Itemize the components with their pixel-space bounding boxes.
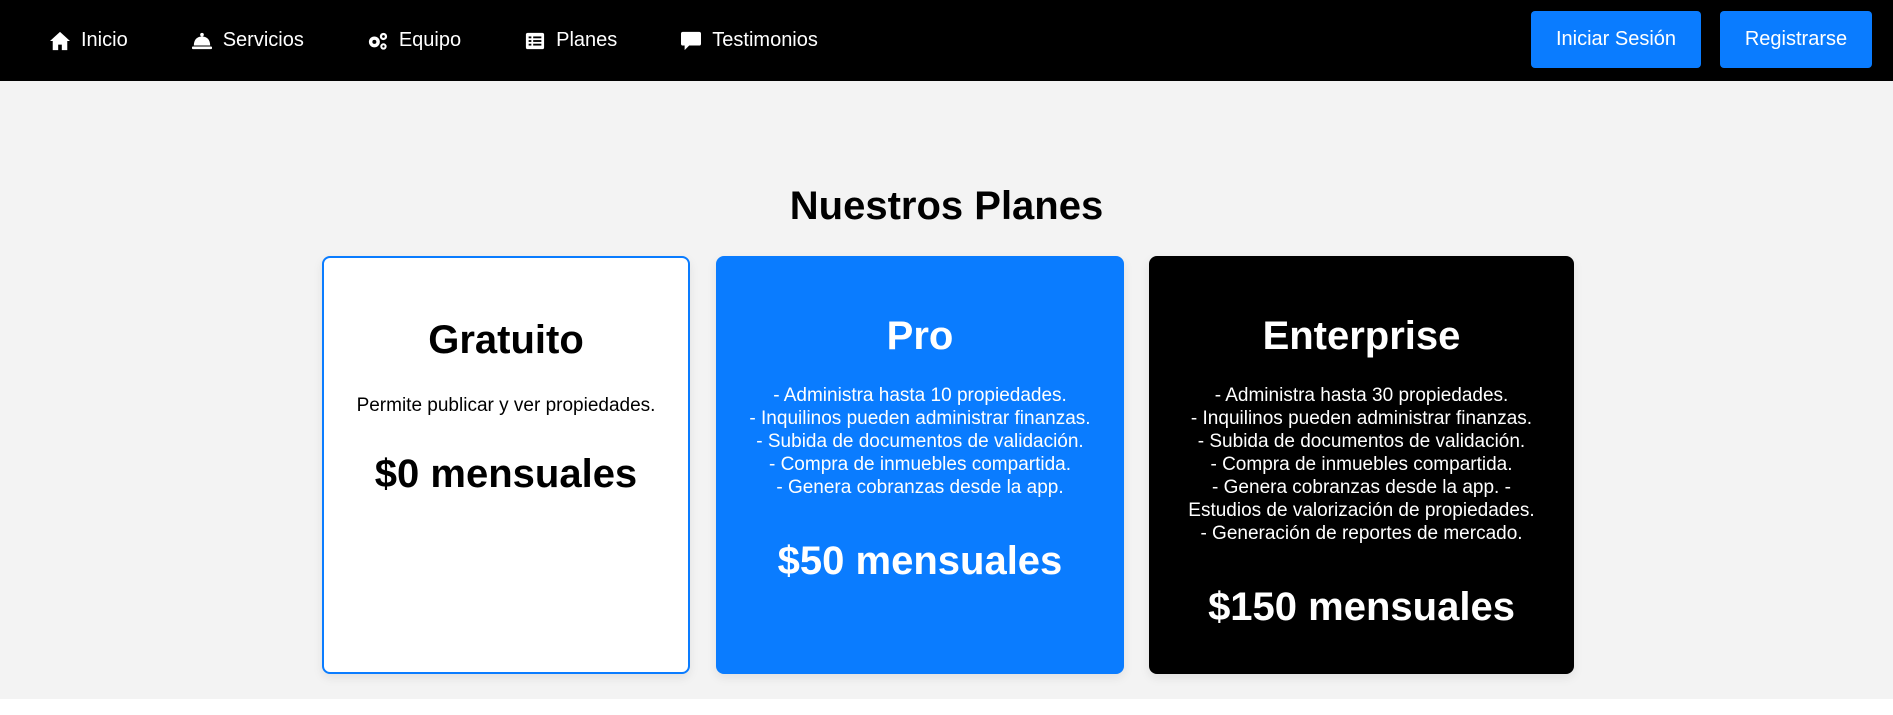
plan-name: Pro bbox=[886, 314, 954, 358]
gears-icon bbox=[366, 30, 390, 52]
navbar: Inicio Servicios Equipo Planes Testimoni… bbox=[0, 0, 1893, 81]
nav-item-servicios[interactable]: Servicios bbox=[190, 29, 304, 52]
comment-icon bbox=[679, 30, 703, 52]
nav-item-label: Testimonios bbox=[712, 29, 818, 51]
plan-card-enterprise[interactable]: Enterprise - Administra hasta 30 propied… bbox=[1149, 256, 1574, 674]
plan-features: - Administra hasta 30 propiedades. - Inq… bbox=[1188, 385, 1535, 544]
nav-item-label: Inicio bbox=[81, 29, 128, 51]
bell-icon bbox=[190, 30, 214, 52]
login-button[interactable]: Iniciar Sesión bbox=[1531, 11, 1701, 68]
nav-item-equipo[interactable]: Equipo bbox=[366, 29, 461, 52]
nav-actions: Iniciar Sesión Registrarse bbox=[1531, 11, 1872, 68]
nav-item-testimonios[interactable]: Testimonios bbox=[679, 29, 818, 52]
plan-price: $50 mensuales bbox=[777, 539, 1063, 583]
plan-features: - Administra hasta 10 propiedades. - Inq… bbox=[749, 385, 1091, 498]
plan-features: Permite publicar y ver propiedades. bbox=[356, 395, 656, 416]
nav-item-label: Servicios bbox=[222, 29, 304, 51]
plan-card-gratuito[interactable]: Gratuito Permite publicar y ver propieda… bbox=[322, 256, 690, 674]
section-title: Nuestros Planes bbox=[789, 184, 1104, 228]
plan-name: Gratuito bbox=[428, 318, 584, 362]
list-icon bbox=[523, 30, 547, 52]
plans-section: Nuestros Planes Gratuito Permite publica… bbox=[0, 81, 1893, 699]
nav-links: Inicio Servicios Equipo Planes Testimoni… bbox=[48, 0, 880, 81]
nav-item-inicio[interactable]: Inicio bbox=[48, 29, 128, 52]
plan-card-pro[interactable]: Pro - Administra hasta 10 propiedades. -… bbox=[716, 256, 1124, 674]
nav-item-label: Planes bbox=[556, 29, 618, 51]
plan-name: Enterprise bbox=[1262, 314, 1461, 358]
plan-price: $150 mensuales bbox=[1208, 585, 1515, 629]
nav-item-planes[interactable]: Planes bbox=[523, 29, 617, 52]
home-icon bbox=[48, 30, 72, 52]
nav-item-label: Equipo bbox=[398, 29, 462, 51]
plan-price: $0 mensuales bbox=[374, 452, 638, 496]
register-button[interactable]: Registrarse bbox=[1720, 11, 1872, 68]
